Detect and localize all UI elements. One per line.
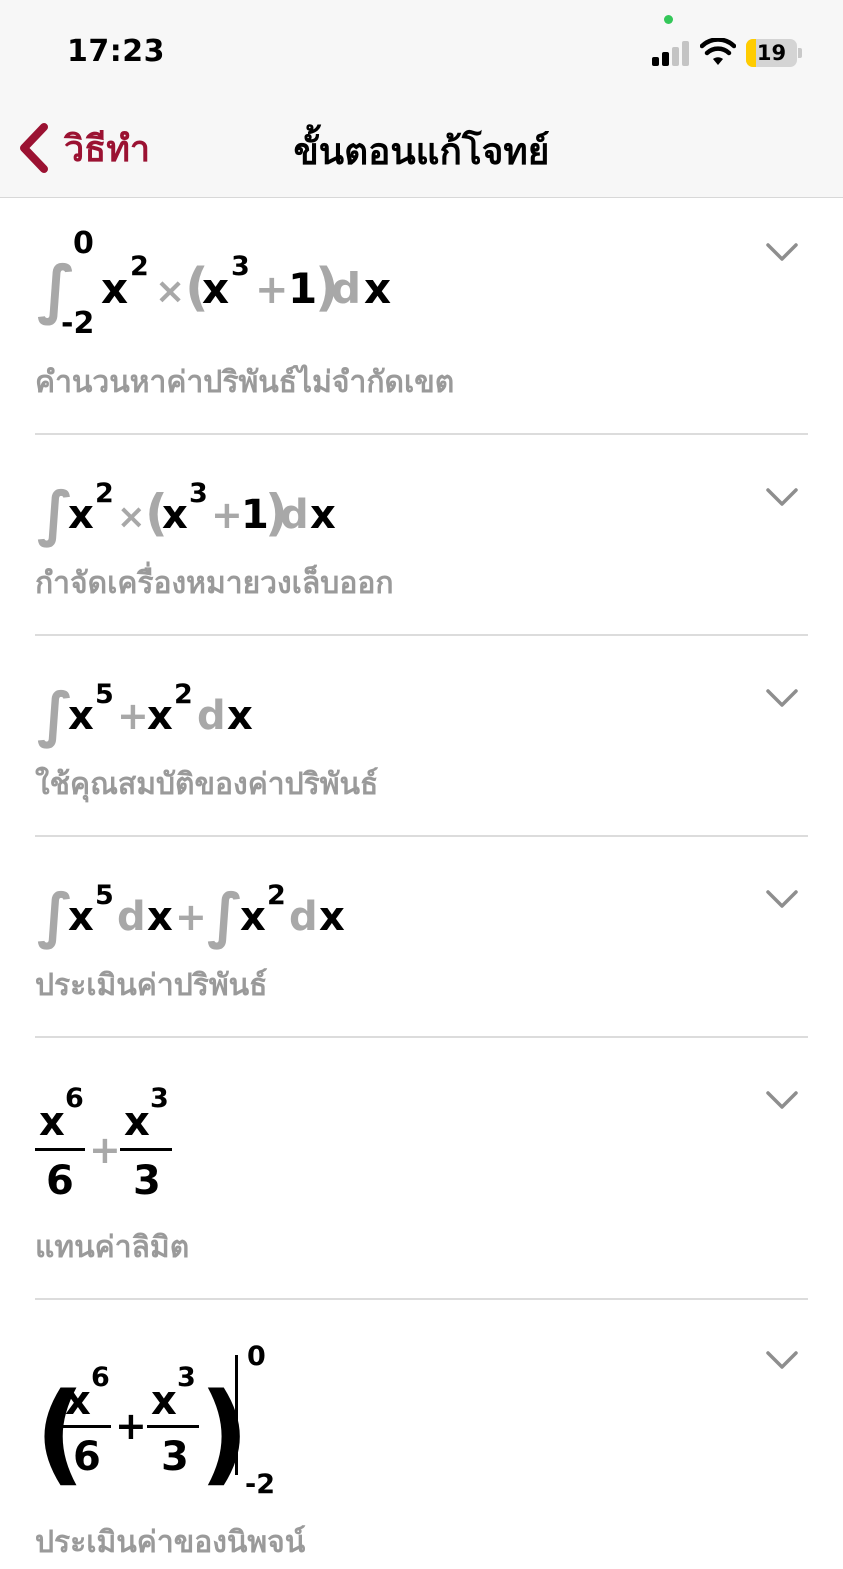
svg-text:+: +	[255, 267, 289, 313]
svg-text:x: x	[65, 1378, 91, 1424]
svg-text:×: ×	[117, 497, 146, 537]
step-expression: ∫ x 5 d x + ∫ x 2 d x	[37, 880, 345, 951]
divider	[35, 634, 808, 636]
solution-step-5[interactable]: x 6 6 + x 3 3 แทนค่าลิมิต	[0, 1039, 843, 1300]
svg-text:2: 2	[95, 478, 114, 509]
svg-text:x: x	[240, 894, 266, 940]
step-expression: ∫ x 2 × ( x 3 + 1 ) d x	[37, 478, 336, 549]
upper-limit: 0	[73, 226, 94, 261]
svg-text:5: 5	[95, 880, 114, 911]
svg-text:x: x	[101, 264, 128, 313]
chevron-down-icon[interactable]	[765, 687, 799, 709]
svg-text:2: 2	[267, 880, 286, 911]
divider	[35, 835, 808, 837]
step-expression: x 6 6 + x 3 3	[35, 1083, 172, 1204]
svg-text:+: +	[115, 1404, 147, 1448]
svg-text:+: +	[211, 493, 243, 537]
step-expression: ( x 6 6 + x 3 3 ) 0 -2	[35, 1341, 275, 1500]
step-description: คำนวนหาค่าปริพันธ์ไม่จำกัดเขต	[35, 365, 455, 400]
solution-step-2[interactable]: ∫ x 2 × ( x 3 + 1 ) d x กำจัดเครื่องหมาย…	[0, 436, 843, 636]
svg-text:x: x	[364, 264, 391, 313]
step-description: ประเมินค่าปริพันธ์	[35, 968, 268, 1003]
svg-text:3: 3	[150, 1083, 169, 1114]
step-description: กำจัดเครื่องหมายวงเล็บออก	[35, 566, 394, 601]
privacy-indicator-dot	[664, 15, 673, 24]
chevron-down-icon[interactable]	[765, 888, 799, 910]
wifi-icon	[700, 38, 736, 65]
page-title: ขั้นตอนแก้โจทย์	[293, 130, 550, 173]
svg-text:3: 3	[189, 478, 208, 509]
step-description: ใช้คุณสมบัติของค่าปริพันธ์	[35, 767, 379, 802]
svg-text:2: 2	[130, 251, 149, 282]
svg-text:d: d	[331, 264, 361, 313]
lower-limit: -2	[245, 1469, 275, 1500]
svg-text:x: x	[162, 492, 188, 538]
status-bar: 17:23 19	[0, 0, 843, 100]
svg-text:3: 3	[161, 1434, 189, 1480]
svg-text:+: +	[117, 694, 149, 738]
svg-text:x: x	[68, 894, 94, 940]
battery-icon: 19	[746, 39, 802, 67]
svg-text:x: x	[227, 693, 253, 739]
chevron-down-icon[interactable]	[765, 241, 799, 263]
svg-text:5: 5	[95, 679, 114, 710]
svg-text:6: 6	[65, 1083, 84, 1114]
svg-text:3: 3	[133, 1158, 161, 1204]
svg-text:2: 2	[174, 679, 193, 710]
svg-text:d: d	[197, 693, 226, 739]
solution-step-6[interactable]: ( x 6 6 + x 3 3 ) 0 -2 ประเมินค่าของนิพจ…	[0, 1301, 843, 1569]
step-expression: ∫ 0 -2 x 2 × ( x 3 + 1 ) d x	[37, 226, 391, 341]
solution-step-1[interactable]: ∫ 0 -2 x 2 × ( x 3 + 1 ) d x คำนวนหาค่าป…	[0, 199, 843, 435]
step-description: แทนค่าลิมิต	[35, 1230, 190, 1265]
svg-text:x: x	[68, 492, 94, 538]
svg-text:+: +	[175, 895, 207, 939]
battery-percent: 19	[756, 41, 787, 65]
svg-text:): )	[199, 1369, 249, 1497]
lower-limit: -2	[61, 306, 94, 341]
solution-step-4[interactable]: ∫ x 5 d x + ∫ x 2 d x ประเมินค่าปริพันธ์	[0, 838, 843, 1038]
svg-text:x: x	[68, 693, 94, 739]
chevron-down-icon[interactable]	[765, 1349, 799, 1371]
svg-text:3: 3	[177, 1362, 196, 1393]
svg-text:d: d	[280, 492, 309, 538]
upper-limit: 0	[247, 1341, 266, 1372]
svg-text:x: x	[310, 492, 336, 538]
navigation-bar: วิธีทำ ขั้นตอนแก้โจทย์	[0, 100, 843, 198]
svg-text:6: 6	[73, 1434, 101, 1480]
divider	[35, 1036, 808, 1038]
integral-sign: ∫	[207, 881, 244, 951]
chevron-down-icon[interactable]	[765, 486, 799, 508]
svg-text:x: x	[202, 264, 229, 313]
svg-text:+: +	[89, 1128, 121, 1172]
svg-text:×: ×	[155, 271, 185, 312]
svg-text:x: x	[124, 1099, 150, 1145]
divider	[35, 433, 808, 435]
signal-icon	[652, 40, 690, 66]
step-description: ประเมินค่าของนิพจน์	[35, 1525, 306, 1560]
svg-text:d: d	[117, 894, 146, 940]
svg-text:x: x	[319, 894, 345, 940]
chevron-down-icon[interactable]	[765, 1089, 799, 1111]
svg-text:3: 3	[231, 251, 250, 282]
svg-text:d: d	[289, 894, 318, 940]
svg-text:x: x	[39, 1099, 65, 1145]
svg-text:x: x	[151, 1378, 177, 1424]
svg-text:x: x	[147, 693, 173, 739]
step-expression: ∫ x 5 + x 2 d x	[37, 679, 253, 750]
svg-text:6: 6	[91, 1362, 110, 1393]
svg-text:1: 1	[288, 264, 317, 313]
svg-text:x: x	[147, 894, 173, 940]
divider	[35, 1298, 808, 1300]
solution-step-3[interactable]: ∫ x 5 + x 2 d x ใช้คุณสมบัติของค่าปริพัน…	[0, 637, 843, 837]
status-time: 17:23	[67, 34, 165, 69]
svg-text:6: 6	[46, 1158, 74, 1204]
